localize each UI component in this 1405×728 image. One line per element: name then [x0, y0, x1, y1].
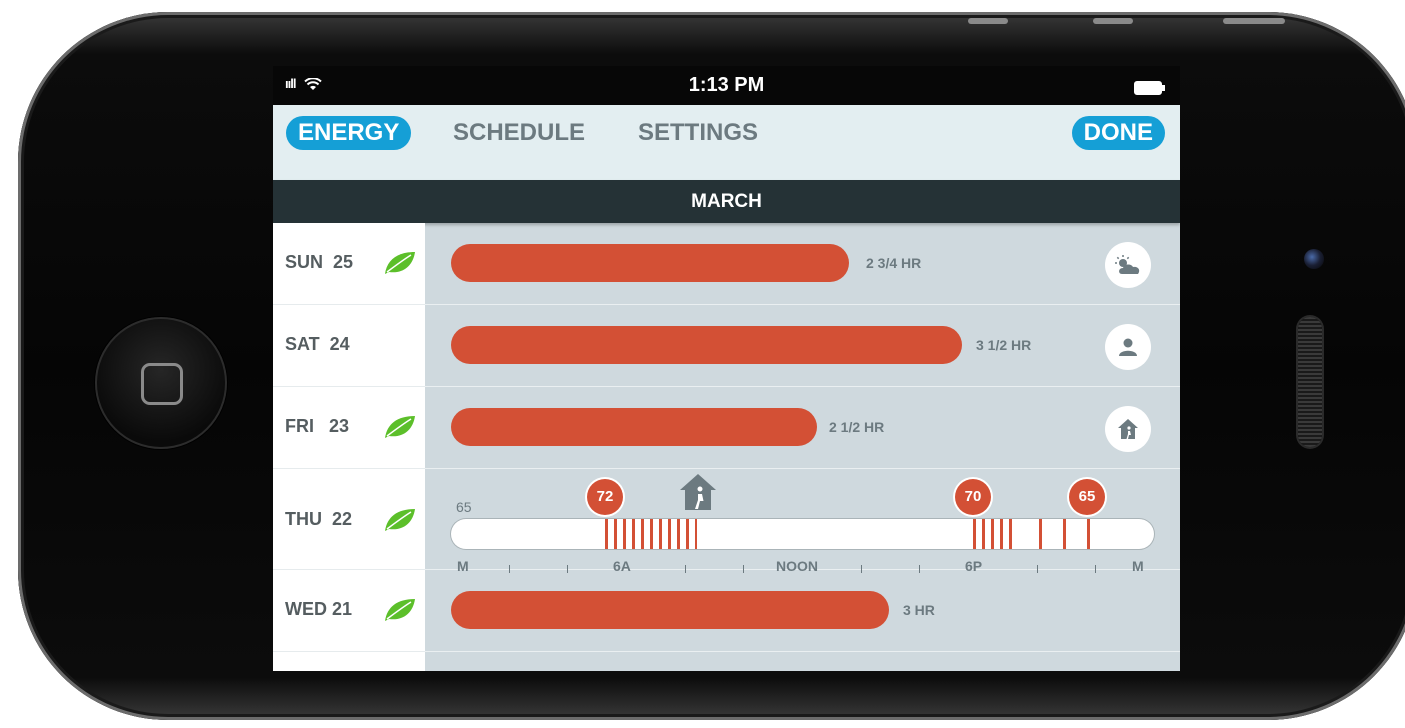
usage-text: 2 3/4 HR	[866, 255, 922, 271]
leaf-icon	[385, 509, 415, 531]
tab-settings[interactable]: SETTINGS	[638, 116, 758, 150]
setpoint-badge[interactable]: 70	[955, 479, 991, 515]
battery-icon	[1134, 81, 1165, 95]
day-label: THU 22	[285, 509, 353, 529]
day-cell: SUN 25	[273, 223, 425, 305]
day-cell: FRI 23	[273, 387, 425, 469]
leaf-icon	[385, 416, 415, 438]
status-time: 1:13 PM	[688, 74, 765, 96]
usage-text: 3 1/2 HR	[976, 337, 1032, 353]
day-label: WED 21	[285, 599, 353, 619]
day-row[interactable]: SAT 24 3 1/2 HR	[273, 305, 1180, 387]
day-row-detail[interactable]: THU 22 65 72 70 65 M 6A NOON 6P M	[273, 469, 1180, 574]
heating-period	[1087, 519, 1090, 549]
day-cell: WED 21	[273, 570, 425, 652]
day-label: SUN 25	[285, 252, 354, 272]
day-row[interactable]: FRI 23 2 1/2 HR	[273, 387, 1180, 469]
heating-period	[1039, 519, 1042, 549]
usage-text: 3 HR	[903, 602, 935, 618]
usage-text: 2 1/2 HR	[829, 419, 885, 435]
nav-bar: ENERGY SCHEDULE SETTINGS DONE	[273, 105, 1180, 180]
app-screen: ııll 1:13 PM ENERGY SCHEDULE SETTINGS DO…	[273, 66, 1180, 671]
home-away-icon[interactable]	[1105, 406, 1151, 452]
start-temperature: 65	[456, 499, 472, 515]
day-timeline	[451, 519, 1154, 549]
tab-schedule[interactable]: SCHEDULE	[453, 116, 585, 150]
volume-button	[968, 18, 1008, 24]
away-house-icon	[1118, 419, 1138, 439]
heating-period	[605, 519, 697, 549]
away-house-icon	[680, 474, 716, 510]
front-camera	[1304, 249, 1324, 269]
speaker-grille	[1298, 317, 1322, 447]
home-button[interactable]	[95, 317, 227, 449]
heating-period	[973, 519, 1013, 549]
sun-cloud-icon	[1115, 255, 1140, 274]
weather-icon[interactable]	[1105, 242, 1151, 288]
person-icon[interactable]	[1105, 324, 1151, 370]
usage-bar	[451, 326, 962, 364]
leaf-icon	[385, 599, 415, 621]
user-icon	[1119, 338, 1137, 356]
home-square-icon	[141, 363, 183, 405]
day-label: FRI 23	[285, 416, 350, 436]
leaf-icon	[385, 252, 415, 274]
setpoint-badge[interactable]: 72	[587, 479, 623, 515]
day-row[interactable]	[273, 652, 1180, 671]
done-button[interactable]: DONE	[1071, 116, 1165, 150]
month-header: MARCH	[273, 180, 1180, 223]
day-cell: THU 22	[273, 469, 425, 570]
status-bar: ııll 1:13 PM	[273, 66, 1180, 105]
heating-period	[1063, 519, 1066, 549]
setpoint-badge[interactable]: 65	[1069, 479, 1105, 515]
energy-history-list: SUN 25 2 3/4 HR SAT 24 3 1/2 HR FRI 23 2…	[273, 223, 1180, 671]
day-cell: SAT 24	[273, 305, 425, 387]
usage-bar	[451, 244, 849, 282]
tab-energy[interactable]: ENERGY	[286, 116, 412, 150]
day-cell	[273, 652, 425, 671]
usage-bar	[451, 591, 889, 629]
day-row[interactable]: WED 21 3 HR	[273, 570, 1180, 652]
day-row[interactable]: SUN 25 2 3/4 HR	[273, 223, 1180, 305]
day-label: SAT 24	[285, 334, 350, 354]
volume-button	[1093, 18, 1133, 24]
power-button	[1223, 18, 1285, 24]
usage-bar	[451, 408, 817, 446]
